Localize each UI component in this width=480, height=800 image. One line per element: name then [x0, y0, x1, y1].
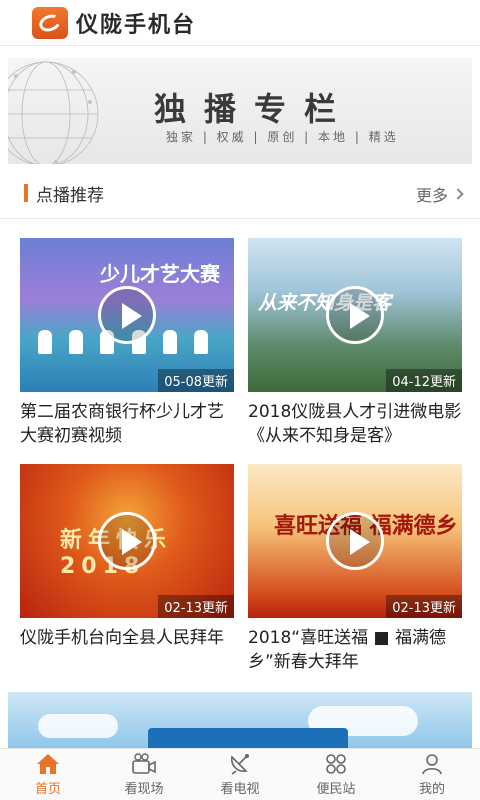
video-thumbnail[interactable]: 喜旺送福 福满德乡 02-13更新 — [248, 464, 462, 618]
video-title[interactable]: 2018仪陇县人才引进微电影《从来不知身是客》 — [248, 400, 462, 448]
chevron-right-icon — [452, 188, 464, 200]
video-camera-icon — [131, 752, 157, 776]
more-link[interactable]: 更多 — [415, 182, 464, 206]
tab-label: 便民站 — [316, 782, 356, 797]
section-title: 点播推荐 — [36, 185, 104, 206]
tab-live[interactable]: 看现场 — [96, 749, 192, 800]
promo-decoration — [148, 728, 348, 748]
video-thumbnail[interactable]: 新年快乐 2018 02-13更新 — [20, 464, 234, 618]
play-icon[interactable] — [98, 286, 156, 344]
globe-decoration-icon — [8, 61, 99, 164]
video-thumbnail[interactable]: 少儿才艺大赛 05-08更新 — [20, 238, 234, 392]
app-header: 仪陇手机台 — [0, 0, 480, 46]
play-icon[interactable] — [98, 512, 156, 570]
user-icon — [419, 752, 445, 776]
thumbnail-overlay-text: 少儿才艺大赛 — [100, 262, 220, 286]
update-date: 02-13更新 — [386, 595, 462, 618]
video-title[interactable]: 2018“喜旺送福 ■ 福满德乡”新春大拜年 — [248, 626, 462, 674]
tab-tv[interactable]: 看电视 — [192, 749, 288, 800]
play-icon[interactable] — [326, 286, 384, 344]
more-label: 更多 — [415, 186, 448, 205]
exclusive-banner[interactable]: 独播专栏 独家 | 权威 | 原创 | 本地 | 精选 — [8, 58, 472, 164]
tab-services[interactable]: 便民站 — [288, 749, 384, 800]
section-accent-bar — [24, 184, 28, 202]
section-header: 点播推荐 更多 — [24, 176, 464, 210]
promo-banner[interactable] — [8, 692, 472, 748]
app-logo — [32, 6, 68, 39]
update-date: 02-13更新 — [158, 595, 234, 618]
video-card[interactable]: 少儿才艺大赛 05-08更新 第二届农商银行杯少儿才艺大赛初赛视频 — [20, 238, 234, 448]
home-icon — [35, 752, 61, 776]
app-title: 仪陇手机台 — [76, 12, 197, 38]
video-card[interactable]: 从来不知身是客 04-12更新 2018仪陇县人才引进微电影《从来不知身是客》 — [248, 238, 462, 448]
video-card[interactable]: 喜旺送福 福满德乡 02-13更新 2018“喜旺送福 ■ 福满德乡”新春大拜年 — [248, 464, 462, 674]
play-icon[interactable] — [326, 512, 384, 570]
tab-label: 首页 — [34, 782, 61, 797]
tab-home[interactable]: 首页 — [0, 749, 96, 800]
tab-mine[interactable]: 我的 — [384, 749, 480, 800]
video-title[interactable]: 仪陇手机台向全县人民拜年 — [20, 626, 234, 650]
tab-label: 看现场 — [124, 782, 164, 797]
video-title[interactable]: 第二届农商银行杯少儿才艺大赛初赛视频 — [20, 400, 234, 448]
tab-label: 看电视 — [220, 782, 260, 797]
video-thumbnail[interactable]: 从来不知身是客 04-12更新 — [248, 238, 462, 392]
grid-icon — [323, 752, 349, 776]
satellite-dish-icon — [227, 752, 253, 776]
update-date: 04-12更新 — [386, 369, 462, 392]
update-date: 05-08更新 — [158, 369, 234, 392]
banner-subtitle: 独家 | 权威 | 原创 | 本地 | 精选 — [166, 130, 399, 144]
bottom-tab-bar: 首页 看现场 看电视 便民站 我的 — [0, 748, 480, 800]
banner-title: 独播专栏 — [154, 90, 355, 128]
tab-label: 我的 — [418, 782, 445, 797]
video-card[interactable]: 新年快乐 2018 02-13更新 仪陇手机台向全县人民拜年 — [20, 464, 234, 650]
divider — [0, 218, 480, 219]
